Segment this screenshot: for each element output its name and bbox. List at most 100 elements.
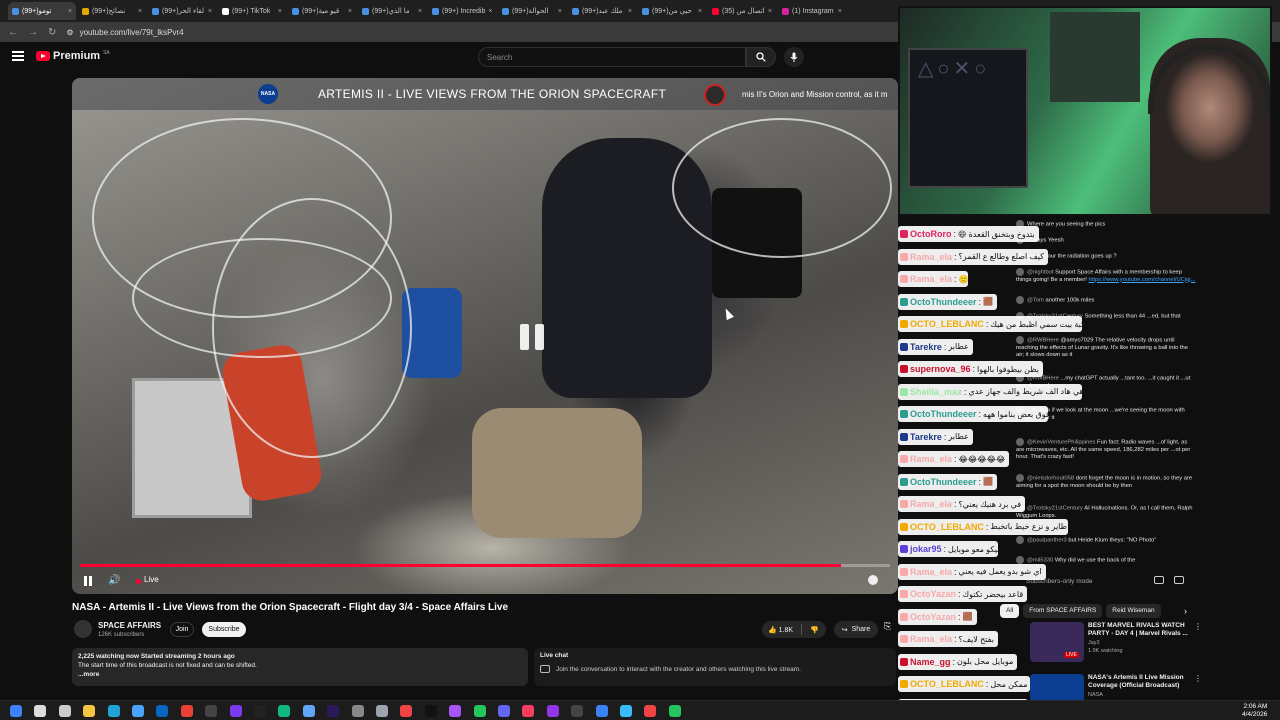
chat-avatar[interactable] bbox=[1016, 268, 1024, 276]
premiere-icon[interactable] bbox=[327, 705, 340, 717]
live-chat-card[interactable]: Live chat Join the conversation to inter… bbox=[534, 648, 896, 686]
progress-bar[interactable] bbox=[80, 564, 890, 567]
browser-tab[interactable]: (99+)ملك عبد × bbox=[568, 2, 636, 20]
video-player[interactable]: NASA ARTEMIS II - LIVE VIEWS FROM THE OR… bbox=[72, 78, 898, 594]
chat-avatar[interactable] bbox=[1016, 474, 1024, 482]
app-icon[interactable] bbox=[376, 705, 388, 717]
volume-icon[interactable]: 🔊 bbox=[108, 575, 120, 586]
youtube-logo[interactable]: Premium SA bbox=[36, 50, 110, 62]
chat-username[interactable]: Tarekre bbox=[910, 432, 942, 442]
chat-username[interactable]: Rama_ela bbox=[910, 499, 952, 509]
site-info-icon[interactable]: ⚙ bbox=[66, 28, 73, 37]
outlook-icon[interactable] bbox=[156, 705, 169, 717]
pause-overlay-icon[interactable] bbox=[520, 324, 544, 350]
save-icon[interactable]: ⎘ bbox=[884, 621, 898, 638]
yt-chat-username[interactable]: @nielsdorhout058 bbox=[1027, 476, 1074, 482]
yt-chat-username[interactable]: @nightbot bbox=[1027, 270, 1054, 276]
app-icon[interactable] bbox=[522, 705, 535, 717]
close-tab-icon[interactable]: × bbox=[838, 8, 842, 15]
app-icon[interactable] bbox=[229, 705, 242, 717]
browser-tab[interactable]: (99+)نصائح × bbox=[78, 2, 146, 20]
browser-tab[interactable]: (35) اتصال من × bbox=[708, 2, 776, 20]
like-button[interactable]: 👍 1.8K bbox=[762, 626, 793, 634]
settings-icon[interactable] bbox=[868, 575, 878, 585]
chat-username[interactable]: Rama_ela bbox=[910, 634, 952, 644]
chat-username[interactable]: Rama_ela bbox=[910, 567, 952, 577]
app-icon[interactable] bbox=[449, 705, 462, 717]
filter-chip[interactable]: From SPACE AFFAIRS bbox=[1023, 604, 1103, 618]
chat-username[interactable]: OctoThundeeer bbox=[910, 477, 977, 487]
back-icon[interactable]: ← bbox=[8, 27, 18, 38]
app-icon[interactable] bbox=[546, 705, 559, 717]
url-field[interactable]: ⚙ youtube.com/live/79t_lksPvr4 bbox=[66, 28, 183, 37]
yt-chat-username[interactable]: @KevinVenturePhilippines bbox=[1027, 440, 1095, 446]
reload-icon[interactable]: ↻ bbox=[48, 27, 56, 38]
chat-username[interactable]: Rama_ela bbox=[910, 274, 952, 284]
chat-avatar[interactable] bbox=[1016, 336, 1024, 344]
channel-avatar[interactable] bbox=[74, 620, 92, 638]
chat-username[interactable]: OCTO_LEBLANC bbox=[910, 522, 984, 532]
opera-icon[interactable] bbox=[400, 705, 413, 717]
yt-chat-link[interactable]: https://www.youtube.com/channel/UCjqj... bbox=[1089, 277, 1196, 283]
file-explorer-icon[interactable] bbox=[83, 705, 96, 717]
chat-username[interactable]: OctoThundeeer bbox=[910, 409, 977, 419]
chat-username[interactable]: OctoRoro bbox=[910, 229, 952, 239]
subscribe-button[interactable]: Subscribe bbox=[202, 622, 246, 637]
yt-chat-username[interactable]: @paulpanther3 bbox=[1027, 538, 1067, 544]
store-icon[interactable] bbox=[132, 705, 144, 717]
forward-icon[interactable]: → bbox=[28, 27, 38, 38]
share-button[interactable]: ↪ Share bbox=[834, 621, 878, 638]
search-icon[interactable] bbox=[34, 705, 47, 717]
filter-chip[interactable]: All bbox=[1000, 604, 1020, 618]
more-link[interactable]: ...more bbox=[78, 670, 522, 679]
search-input[interactable]: Search bbox=[478, 47, 746, 67]
description-box[interactable]: 2,225 watching now Started streaming 2 h… bbox=[72, 648, 528, 686]
close-tab-icon[interactable]: × bbox=[628, 8, 632, 15]
heart-icon[interactable] bbox=[1174, 576, 1184, 584]
voice-search-button[interactable] bbox=[784, 47, 804, 67]
chat-username[interactable]: OctoYazan bbox=[910, 589, 956, 599]
edge-icon[interactable] bbox=[107, 705, 120, 717]
system-clock[interactable]: 2:06 AM 4/4/2026 bbox=[1242, 703, 1267, 719]
task-view-icon[interactable] bbox=[58, 705, 71, 717]
chrome-icon[interactable] bbox=[180, 705, 193, 717]
chat-username[interactable]: OctoThundeeer bbox=[910, 297, 977, 307]
close-tab-icon[interactable]: × bbox=[348, 8, 352, 15]
chat-username[interactable]: Rama_ela bbox=[910, 454, 952, 464]
app-icon[interactable] bbox=[620, 705, 632, 717]
pause-button[interactable] bbox=[84, 576, 93, 586]
chrome-icon[interactable] bbox=[668, 705, 681, 717]
chat-username[interactable]: OctoYazan bbox=[910, 612, 956, 622]
recommendation-item[interactable]: LIVE BEST MARVEL RIVALS WATCH PARTY - DAY… bbox=[1030, 622, 1202, 668]
chat-avatar[interactable] bbox=[1016, 296, 1024, 304]
app-icon[interactable] bbox=[278, 705, 291, 717]
chat-avatar[interactable] bbox=[1016, 536, 1024, 544]
browser-tab[interactable]: (99+)تومو × bbox=[8, 2, 76, 20]
close-tab-icon[interactable]: × bbox=[208, 8, 212, 15]
chat-username[interactable]: OCTO_LEBLANC bbox=[910, 319, 984, 329]
browser-tab[interactable]: (99+)ما الذي × bbox=[358, 2, 426, 20]
tiktok-icon[interactable] bbox=[424, 705, 437, 717]
chat-username[interactable]: OCTO_LEBLANC bbox=[910, 679, 984, 689]
chat-username[interactable]: jokar95 bbox=[910, 544, 942, 554]
join-button[interactable]: Join bbox=[170, 622, 194, 637]
thumbs-down-icon[interactable]: 👎 bbox=[810, 626, 819, 634]
app-icon[interactable] bbox=[473, 705, 486, 717]
close-tab-icon[interactable]: × bbox=[698, 8, 702, 15]
app-icon[interactable] bbox=[254, 705, 266, 717]
app-icon[interactable] bbox=[644, 705, 657, 717]
close-tab-icon[interactable]: × bbox=[418, 8, 422, 15]
browser-tab[interactable]: (99+) TikTok × bbox=[218, 2, 286, 20]
app-icon[interactable] bbox=[498, 705, 510, 717]
browser-tab[interactable]: (99+)لقاء الحر × bbox=[148, 2, 216, 20]
browser-tab[interactable]: (99+)الحوالة × bbox=[498, 2, 566, 20]
recommendation-channel[interactable]: NASA bbox=[1088, 692, 1103, 698]
close-tab-icon[interactable]: × bbox=[278, 8, 282, 15]
close-tab-icon[interactable]: × bbox=[488, 8, 492, 15]
chat-username[interactable]: Sheilla_max bbox=[910, 387, 962, 397]
chat-username[interactable]: Tarekre bbox=[910, 342, 942, 352]
yt-chat-username[interactable]: @Tom bbox=[1027, 298, 1044, 304]
chat-username[interactable]: Rama_ela bbox=[910, 252, 952, 262]
more-options-icon[interactable]: ⋮ bbox=[1194, 674, 1202, 683]
browser-tab[interactable]: (99+)حيي من × bbox=[638, 2, 706, 20]
